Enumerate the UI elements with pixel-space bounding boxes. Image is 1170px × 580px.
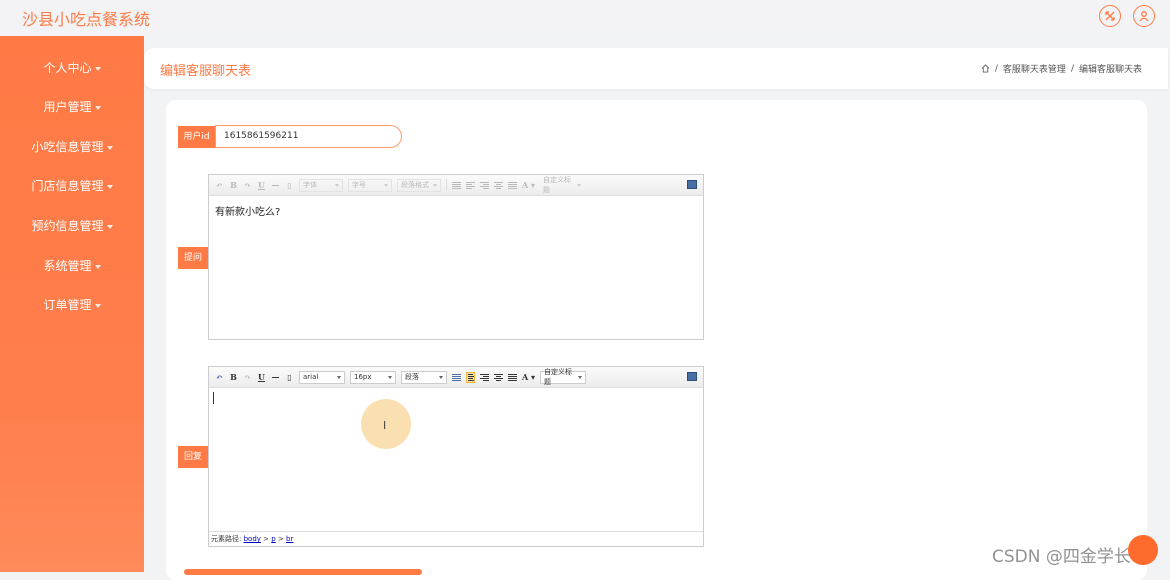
caret-down-icon	[94, 66, 101, 71]
caret-down-icon	[94, 303, 101, 308]
text-caret	[213, 392, 214, 404]
redo-icon: ↷	[244, 180, 251, 190]
top-bar: 沙县小吃点餐系统	[0, 0, 1170, 36]
underline-icon[interactable]: U	[257, 372, 266, 382]
reply-label: 回复	[178, 446, 208, 468]
fullscreen-icon[interactable]	[1099, 5, 1121, 27]
sidebar-item-label: 订单管理	[43, 298, 92, 312]
sidebar-item-label: 个人中心	[43, 61, 92, 75]
element-path-p[interactable]: p	[271, 535, 275, 543]
element-path-body[interactable]: body	[244, 535, 261, 543]
submit-button[interactable]	[184, 569, 422, 575]
breadcrumb-separator: /	[1070, 63, 1074, 74]
user-icon[interactable]	[1133, 5, 1155, 27]
element-path-prefix: 元素路径:	[211, 535, 242, 543]
custom-title-value: 自定义标题	[543, 176, 572, 194]
caret-down-icon	[106, 224, 113, 229]
align-justify-icon[interactable]	[508, 373, 517, 381]
floating-action-button[interactable]	[1128, 535, 1158, 565]
page-icon: ▯	[287, 180, 292, 190]
paragraph-select[interactable]: 段落	[401, 370, 447, 384]
sidebar-item-label: 系统管理	[43, 259, 92, 273]
breadcrumb: / 客服聊天表管理 / 编辑客服聊天表	[981, 62, 1142, 75]
align-right-icon	[480, 181, 489, 189]
editor-fullscreen-icon	[687, 180, 697, 189]
align-left-icon[interactable]	[466, 371, 475, 383]
question-editor-toolbar: ↶ B ↷ U — ▯ 字体 字号 段落格式 A ▾ 自定义标题	[209, 175, 703, 196]
font-family-value: arial	[303, 373, 319, 381]
align-center-icon[interactable]	[494, 373, 503, 381]
sidebar-item-user-management[interactable]: 用户管理	[0, 97, 144, 117]
caret-down-icon	[106, 184, 113, 189]
userid-label: 用户id	[178, 126, 215, 148]
sidebar: 个人中心 用户管理 小吃信息管理 门店信息管理 预约信息管理 系统管理 订单管理	[0, 36, 144, 572]
align-justify-icon	[508, 181, 517, 189]
page-title: 编辑客服聊天表	[160, 64, 252, 79]
underline-icon: U	[258, 180, 265, 190]
paragraph-value: 段落	[405, 373, 419, 381]
sidebar-item-system-management[interactable]: 系统管理	[0, 256, 144, 276]
font-color-icon: A ▾	[522, 180, 536, 190]
question-label: 提问	[178, 247, 208, 269]
bold-icon: B	[230, 180, 237, 190]
sidebar-item-store-management[interactable]: 门店信息管理	[0, 176, 144, 196]
font-family-select: 字体	[299, 178, 343, 192]
reply-editor: ↶ B ↷ U — ▯ arial 16px 段落 A ▾ 自定义标题 元素路径…	[208, 366, 704, 547]
caret-down-icon	[106, 145, 113, 150]
custom-title-select[interactable]: 自定义标题	[540, 368, 587, 386]
sidebar-item-label: 用户管理	[43, 100, 92, 114]
userid-input[interactable]: 1615861596211	[215, 125, 402, 148]
undo-icon: ↶	[216, 180, 223, 190]
font-size-select[interactable]: 16px	[350, 370, 396, 384]
sidebar-item-order-management[interactable]: 订单管理	[0, 295, 144, 315]
element-path-bar: 元素路径: body > p > br	[209, 531, 703, 546]
paragraph-select: 段落格式	[397, 178, 441, 192]
breadcrumb-item-chat-management[interactable]: 客服聊天表管理	[1003, 62, 1066, 75]
redo-icon[interactable]: ↷	[243, 372, 252, 382]
reply-content[interactable]	[209, 388, 703, 531]
sidebar-item-label: 小吃信息管理	[31, 140, 104, 154]
home-icon[interactable]	[981, 64, 990, 73]
font-size-value: 字号	[352, 181, 366, 189]
align-right-icon[interactable]	[480, 373, 489, 381]
paragraph-value: 段落格式	[401, 181, 429, 189]
breadcrumb-separator: /	[994, 63, 998, 74]
sidebar-item-label: 预约信息管理	[31, 219, 104, 233]
editor-fullscreen-icon[interactable]	[687, 372, 697, 381]
sidebar-item-label: 门店信息管理	[31, 179, 104, 193]
bold-icon[interactable]: B	[229, 372, 238, 382]
ibeam-cursor-icon: I	[383, 419, 387, 432]
align-center-icon	[494, 181, 503, 189]
app-title: 沙县小吃点餐系统	[22, 10, 151, 29]
horizontal-rule-icon[interactable]: —	[271, 372, 280, 382]
font-color-icon[interactable]: A ▾	[522, 372, 535, 382]
element-path-separator: >	[277, 535, 284, 543]
breadcrumb-item-edit-chat: 编辑客服聊天表	[1078, 65, 1142, 75]
caret-down-icon	[94, 105, 101, 110]
font-family-value: 字体	[303, 181, 317, 189]
element-path-br[interactable]: br	[286, 535, 293, 543]
custom-title-select: 自定义标题	[540, 176, 584, 194]
sidebar-item-reservation-management[interactable]: 预约信息管理	[0, 216, 144, 236]
caret-down-icon	[94, 264, 101, 269]
reply-editor-toolbar: ↶ B ↷ U — ▯ arial 16px 段落 A ▾ 自定义标题	[209, 367, 703, 388]
question-content[interactable]: 有新款小吃么?	[209, 196, 703, 225]
page-icon[interactable]: ▯	[285, 372, 294, 382]
sidebar-item-personal-center[interactable]: 个人中心	[0, 58, 144, 78]
font-family-select[interactable]: arial	[299, 370, 345, 384]
table-icon[interactable]	[452, 373, 461, 381]
table-icon	[452, 181, 461, 189]
element-path-separator: >	[263, 535, 270, 543]
align-left-icon	[466, 181, 475, 189]
font-size-value: 16px	[354, 373, 372, 381]
horizontal-rule-icon: —	[271, 180, 280, 190]
watermark: CSDN @四金学长	[992, 547, 1131, 567]
question-editor: ↶ B ↷ U — ▯ 字体 字号 段落格式 A ▾ 自定义标题 有新款小吃么?	[208, 174, 704, 340]
custom-title-value: 自定义标题	[544, 368, 573, 386]
sidebar-item-snack-management[interactable]: 小吃信息管理	[0, 137, 144, 157]
font-size-select: 字号	[348, 178, 392, 192]
page-header: 编辑客服聊天表 / 客服聊天表管理 / 编辑客服聊天表	[144, 48, 1168, 89]
undo-icon[interactable]: ↶	[215, 372, 224, 382]
